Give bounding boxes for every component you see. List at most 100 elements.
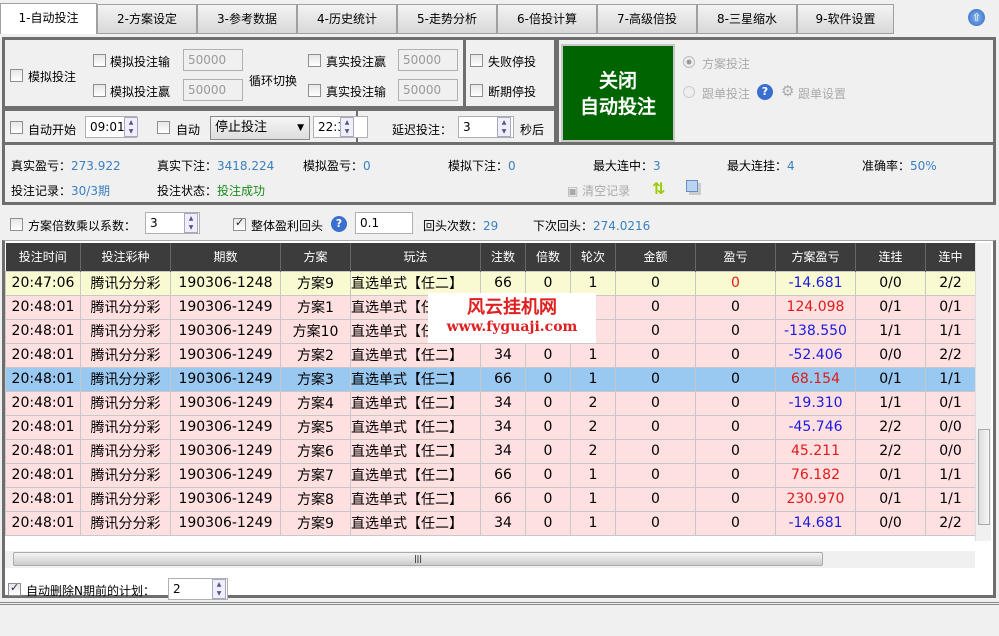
rollback-checkbox[interactable] — [233, 216, 246, 231]
auto-delete-checkbox[interactable] — [8, 581, 21, 596]
table-cell: 直选单式【任二】 — [350, 342, 481, 368]
tab-software-settings[interactable]: 9-软件设置 — [797, 4, 894, 34]
tab-multiplier-calc[interactable]: 6-倍投计算 — [497, 4, 597, 34]
table-row[interactable]: 20:48:01 腾讯分分彩 190306-1249 方案7 直选单式【任二】 66 0 1 0… — [5, 462, 976, 488]
table-cell: 腾讯分分彩 — [80, 390, 171, 416]
table-cell: 1 — [570, 270, 616, 296]
table-cell: 0 — [615, 294, 696, 320]
table-cell: 直选单式【任二】 — [350, 438, 481, 464]
follow-settings-label[interactable]: 跟单设置 — [798, 85, 846, 102]
help-icon[interactable]: ? — [757, 84, 773, 100]
copy-icon[interactable] — [686, 180, 698, 192]
table-cell: 0 — [615, 462, 696, 488]
column-header[interactable]: 盈亏 — [695, 243, 776, 271]
gear-icon[interactable]: ⚙ — [781, 82, 794, 100]
table-cell: 0 — [695, 390, 776, 416]
sim-win-checkbox[interactable] — [93, 84, 106, 97]
tab-advanced[interactable]: 7-高级倍投 — [597, 4, 697, 34]
fail-stop-checkbox[interactable] — [470, 54, 483, 67]
auto-action-dropdown[interactable]: 停止投注 ▼ — [210, 116, 310, 140]
table-row[interactable]: 20:47:06 腾讯分分彩 190306-1248 方案9 直选单式【任二】 66 0 1 0… — [5, 270, 976, 296]
column-header[interactable]: 投注时间 — [5, 243, 81, 271]
table-cell: 0 — [695, 462, 776, 488]
table-row[interactable]: 20:48:01 腾讯分分彩 190306-1249 方案2 直选单式【任二】 34 0 1 0… — [5, 342, 976, 368]
column-header[interactable]: 金额 — [615, 243, 696, 271]
table-row[interactable]: 20:48:01 腾讯分分彩 190306-1249 方案4 直选单式【任二】 34 0 2 0… — [5, 390, 976, 416]
column-header[interactable]: 连中 — [925, 243, 976, 271]
rollback-input[interactable]: 0.1 — [355, 212, 413, 234]
sim-lose-input[interactable]: 50000 — [183, 49, 243, 71]
real-lose-checkbox[interactable] — [308, 84, 321, 97]
table-cell: 124.098 — [775, 294, 856, 320]
sim-bet-label: 模拟投注 — [28, 70, 77, 84]
sim-win-input[interactable]: 50000 — [183, 79, 243, 101]
tab-history[interactable]: 4-历史统计 — [297, 4, 397, 34]
start-time-spinner[interactable]: ▲ ▼ — [124, 117, 138, 137]
column-header[interactable]: 方案 — [280, 243, 351, 271]
column-header[interactable]: 方案盈亏 — [775, 243, 856, 271]
real-lose-input[interactable]: 50000 — [398, 79, 458, 101]
table-cell: 腾讯分分彩 — [80, 414, 171, 440]
scroll-up-icon[interactable]: ⇧ — [968, 9, 985, 26]
sort-arrows-icon[interactable]: ⇅ — [652, 179, 665, 198]
tab-reference-data[interactable]: 3-参考数据 — [197, 4, 297, 34]
tab-trend[interactable]: 5-走势分析 — [397, 4, 497, 34]
plan-bet-radio[interactable] — [683, 56, 695, 68]
sim-lose-checkbox[interactable] — [93, 54, 106, 67]
table-row[interactable]: 20:48:01 腾讯分分彩 190306-1249 方案5 直选单式【任二】 34 0 2 0… — [5, 414, 976, 440]
auto-delete-spinner[interactable]: ▲ ▼ — [212, 579, 226, 599]
table-cell: 方案5 — [280, 414, 351, 440]
column-header[interactable]: 期数 — [170, 243, 281, 271]
sim-bet-checkbox[interactable] — [10, 69, 23, 82]
column-header[interactable]: 轮次 — [570, 243, 616, 271]
delay-spinner[interactable]: ▲ ▼ — [497, 117, 511, 137]
auto-checkbox[interactable] — [157, 121, 170, 134]
horizontal-scroll-thumb[interactable]: ||| — [13, 552, 823, 566]
table-cell: 直选单式【任二】 — [350, 270, 481, 296]
break-stop-checkbox[interactable] — [470, 84, 483, 97]
bet-status: 投注状态：投注成功 — [157, 184, 266, 198]
accuracy: 准确率：50% — [862, 159, 937, 173]
real-pl: 真实盈亏：273.922 — [11, 159, 121, 173]
table-cell: 34 — [480, 438, 526, 464]
table-cell: 45.211 — [775, 438, 856, 464]
column-header[interactable]: 玩法 — [350, 243, 481, 271]
table-cell: 方案4 — [280, 390, 351, 416]
horizontal-scrollbar[interactable]: ||| — [5, 551, 975, 568]
real-win-input[interactable]: 50000 — [398, 49, 458, 71]
table-row[interactable]: 20:48:01 腾讯分分彩 190306-1249 方案9 直选单式【任二】 34 0 1 0… — [5, 510, 976, 536]
table-cell: 1 — [570, 462, 616, 488]
table-row[interactable]: 20:48:01 腾讯分分彩 190306-1249 方案8 直选单式【任二】 66 0 1 0… — [5, 486, 976, 512]
table-cell: 34 — [480, 342, 526, 368]
table-cell: 0 — [695, 486, 776, 512]
table-row[interactable]: 20:48:01 腾讯分分彩 190306-1249 方案6 直选单式【任二】 34 0 2 0… — [5, 438, 976, 464]
column-header[interactable]: 连挂 — [855, 243, 926, 271]
table-cell: -14.681 — [775, 510, 856, 536]
real-win-checkbox[interactable] — [308, 54, 321, 67]
column-header[interactable]: 倍数 — [525, 243, 571, 271]
multiply-spinner[interactable]: ▲ ▼ — [184, 213, 198, 233]
table-cell: 1 — [570, 510, 616, 536]
vertical-scroll-thumb[interactable] — [978, 429, 990, 525]
end-time-spinner[interactable]: ▲ ▼ — [340, 117, 354, 137]
auto-action-value: 停止投注 — [215, 120, 268, 135]
bet-record: 投注记录：30/3期 — [11, 184, 110, 198]
table-cell: 34 — [480, 510, 526, 536]
sim-lose-label: 模拟投注输 — [110, 55, 171, 69]
rollback-help-icon[interactable]: ? — [331, 216, 347, 232]
sim-pl: 模拟盈亏：0 — [303, 159, 371, 173]
clear-records-button[interactable]: ▣ 清空记录 — [567, 182, 630, 199]
table-row[interactable]: 20:48:01 腾讯分分彩 190306-1249 方案3 直选单式【任二】 66 0 1 0… — [5, 366, 976, 392]
tab-plan-settings[interactable]: 2-方案设定 — [97, 4, 197, 34]
tab-auto-bet[interactable]: 1-自动投注 — [0, 3, 97, 34]
tab-three-star[interactable]: 8-三星缩水 — [697, 4, 797, 34]
column-header[interactable]: 投注彩种 — [80, 243, 171, 271]
follow-bet-radio[interactable] — [683, 86, 695, 98]
close-auto-bet-button[interactable]: 关闭 自动投注 — [561, 44, 675, 142]
table-cell: 2 — [570, 414, 616, 440]
vertical-scrollbar[interactable] — [975, 243, 991, 541]
column-header[interactable]: 注数 — [480, 243, 526, 271]
table-cell: 68.154 — [775, 366, 856, 392]
multiply-checkbox[interactable] — [10, 218, 23, 231]
auto-start-checkbox[interactable] — [10, 121, 23, 134]
